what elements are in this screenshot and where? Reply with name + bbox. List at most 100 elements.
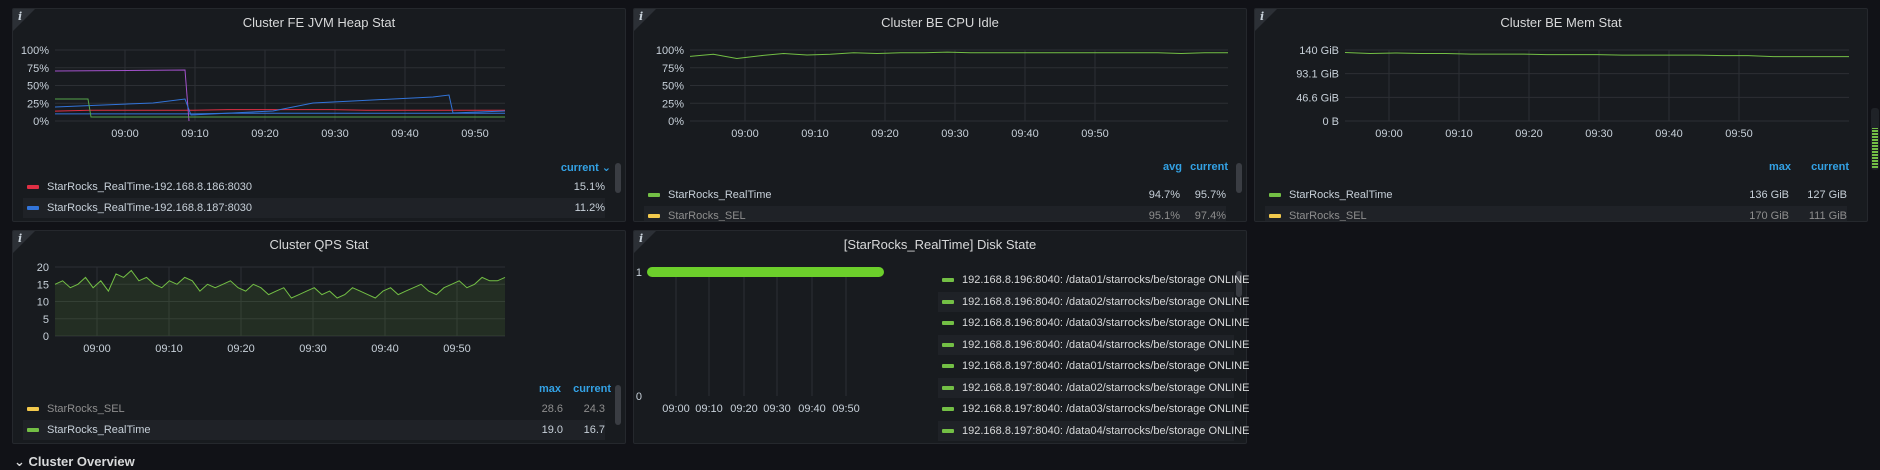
series-swatch <box>942 428 954 433</box>
heap-panel: i Cluster FE JVM Heap Stat 0% 25% 50% 75% 10… <box>12 8 626 222</box>
legend-current: 95.7% <box>1194 189 1226 201</box>
legend-scrollbar[interactable] <box>615 163 621 193</box>
legend-max: 136 GiB <box>1749 189 1789 201</box>
x-tick-label: 09:30 <box>941 128 969 140</box>
series-swatch <box>942 342 954 347</box>
x-tick-label: 09:30 <box>321 128 349 140</box>
legend-col-avg[interactable]: avg <box>1132 161 1182 173</box>
legend-current: 127 GiB <box>1807 189 1847 201</box>
disk-legend-label: 192.168.8.197:8040: /data03/starrocks/be… <box>962 403 1250 415</box>
disk-legend-item[interactable]: 192.168.8.196:8040: /data04/starrocks/be… <box>938 334 1249 355</box>
legend-col-max[interactable]: max <box>1731 161 1791 173</box>
section-cluster-overview[interactable]: ⌄ Cluster Overview <box>14 454 135 470</box>
disk-legend-item[interactable]: 192.168.8.197:8040: /data02/starrocks/be… <box>938 377 1249 398</box>
y-tick-label: 25% <box>662 98 684 110</box>
y-tick-label: 0 <box>43 331 49 343</box>
disk-legend-item[interactable]: 192.168.8.196:8040: /data02/starrocks/be… <box>938 291 1249 312</box>
disk-legend-label: 192.168.8.196:8040: /data02/starrocks/be… <box>962 295 1250 308</box>
legend-header[interactable]: current ⌄ <box>561 161 611 174</box>
y-tick-label: 100% <box>21 45 49 57</box>
x-tick-label: 09:20 <box>730 403 758 415</box>
legend-current: 11.2% <box>574 202 605 214</box>
series-swatch <box>1269 193 1281 197</box>
x-tick-label: 09:10 <box>1445 128 1473 140</box>
legend-header[interactable]: avg current <box>1132 161 1228 173</box>
legend-col-current[interactable]: current <box>561 383 611 395</box>
legend-current: 97.4% <box>1194 210 1226 222</box>
x-tick-label: 09:10 <box>155 343 183 355</box>
legend-col-current[interactable]: current <box>1791 161 1849 173</box>
legend-max: 170 GiB <box>1749 210 1789 222</box>
legend-header[interactable]: max current <box>1731 161 1849 173</box>
y-tick-label: 140 GiB <box>1299 45 1339 57</box>
x-tick-label: 09:20 <box>871 128 899 140</box>
legend-current: 24.3 <box>583 403 605 415</box>
side-gauge <box>1871 108 1879 170</box>
panel-title[interactable]: Cluster BE CPU Idle <box>634 15 1246 30</box>
legend-current: 111 GiB <box>1808 210 1847 222</box>
series-swatch <box>27 185 39 189</box>
x-tick-label: 09:20 <box>1515 128 1543 140</box>
series-line <box>54 94 506 116</box>
disk-legend-item[interactable]: 192.168.8.197:8040: /data01/starrocks/be… <box>938 356 1249 376</box>
x-tick-label: 09:30 <box>299 343 327 355</box>
legend-scrollbar[interactable] <box>1236 163 1242 193</box>
x-tick-label: 09:50 <box>832 403 860 415</box>
x-tick-label: 09:00 <box>731 128 759 140</box>
legend-name: StarRocks_RealTime-192.168.8.186:8030 <box>47 181 253 193</box>
y-tick-label: 10 <box>37 297 49 309</box>
legend-item[interactable]: StarRocks_RealTime 19.0 16.7 <box>23 420 605 440</box>
legend-avg: 94.7% <box>1148 189 1180 201</box>
legend-item[interactable]: StarRocks_SEL 95.1% 97.4% <box>644 206 1226 222</box>
series-swatch <box>27 407 39 411</box>
x-tick-label: 09:10 <box>801 128 829 140</box>
disk-chart[interactable]: 09:00 09:10 09:20 09:30 09:40 09:50 1 0 <box>634 259 934 439</box>
cpu-chart[interactable]: 0% 25% 50% 75% 100% 09:00 09:10 09:20 09:30 09:40… <box>634 37 1247 167</box>
panel-title[interactable]: Cluster FE JVM Heap Stat <box>13 15 625 30</box>
legend-name: StarRocks_RealTime <box>1289 189 1393 201</box>
mem-chart[interactable]: 0 B 46.6 GiB 93.1 GiB 140 GiB 09:00 09:10 09:2… <box>1255 37 1868 167</box>
y-tick-label: 93.1 GiB <box>1296 69 1339 81</box>
series-area <box>55 270 505 336</box>
panel-title[interactable]: Cluster BE Mem Stat <box>1255 15 1867 30</box>
x-tick-label: 09:00 <box>83 343 111 355</box>
x-tick-label: 09:30 <box>763 403 791 415</box>
panel-title[interactable]: [StarRocks_RealTime] Disk State <box>634 237 1246 252</box>
disk-legend-label: 192.168.8.196:8040: /data03/starrocks/be… <box>962 317 1250 329</box>
x-tick-label: 09:00 <box>1375 128 1403 140</box>
series-swatch <box>942 299 954 304</box>
series-swatch <box>942 385 954 390</box>
legend-item[interactable]: StarRocks_RealTime-192.168.8.186:8030 15… <box>23 177 605 197</box>
legend-header[interactable]: max current <box>519 383 611 395</box>
disk-legend-label: 192.168.8.196:8040: /data04/starrocks/be… <box>962 338 1250 351</box>
x-tick-label: 09:00 <box>662 403 690 415</box>
series-line <box>689 51 1228 60</box>
legend-item[interactable]: StarRocks_RealTime 94.7% 95.7% <box>644 185 1226 205</box>
legend-item[interactable]: StarRocks_SEL 28.6 24.3 <box>23 399 605 419</box>
legend-col-current[interactable]: current <box>1182 161 1228 173</box>
series-swatch <box>648 193 660 197</box>
disk-legend-item[interactable]: 192.168.8.197:8040: /data03/starrocks/be… <box>938 399 1249 419</box>
disk-legend-label: 192.168.8.197:8040: /data04/starrocks/be… <box>962 424 1250 437</box>
disk-legend-label: 192.168.8.196:8040: /data01/starrocks/be… <box>962 274 1250 286</box>
legend-col-max[interactable]: max <box>519 383 561 395</box>
legend-name: StarRocks_SEL <box>47 403 125 415</box>
x-tick-label: 09:50 <box>1081 128 1109 140</box>
disk-legend-item[interactable]: 192.168.8.197:8040: /data04/starrocks/be… <box>938 420 1249 441</box>
panel-title[interactable]: Cluster QPS Stat <box>13 237 625 252</box>
legend-name: StarRocks_SEL <box>1289 210 1367 222</box>
legend-scrollbar[interactable] <box>615 385 621 425</box>
disk-legend-item[interactable]: 192.168.8.196:8040: /data01/starrocks/be… <box>938 270 1249 290</box>
legend-col-current[interactable]: current ⌄ <box>561 161 611 174</box>
series-line <box>54 69 190 122</box>
qps-chart[interactable]: 0 5 10 15 20 09:00 09:10 09:20 09:30 09:40 09:50 <box>13 259 626 389</box>
heap-chart[interactable]: 0% 25% 50% 75% 100% 09:00 09:10 09:20 09:30 09:40… <box>13 37 626 167</box>
y-tick-label: 5 <box>43 314 49 326</box>
legend-item[interactable]: StarRocks_RealTime 136 GiB 127 GiB <box>1265 185 1847 205</box>
legend-item[interactable]: StarRocks_SEL 170 GiB 111 GiB <box>1265 206 1847 222</box>
x-tick-label: 09:40 <box>798 403 826 415</box>
legend-item[interactable]: StarRocks_RealTime-192.168.8.187:8030 11… <box>23 198 605 218</box>
series-swatch <box>942 321 954 325</box>
disk-legend-item[interactable]: 192.168.8.196:8040: /data03/starrocks/be… <box>938 313 1249 333</box>
cpu-panel: i Cluster BE CPU Idle 0% 25% 50% 75% 100% 09:… <box>633 8 1247 222</box>
